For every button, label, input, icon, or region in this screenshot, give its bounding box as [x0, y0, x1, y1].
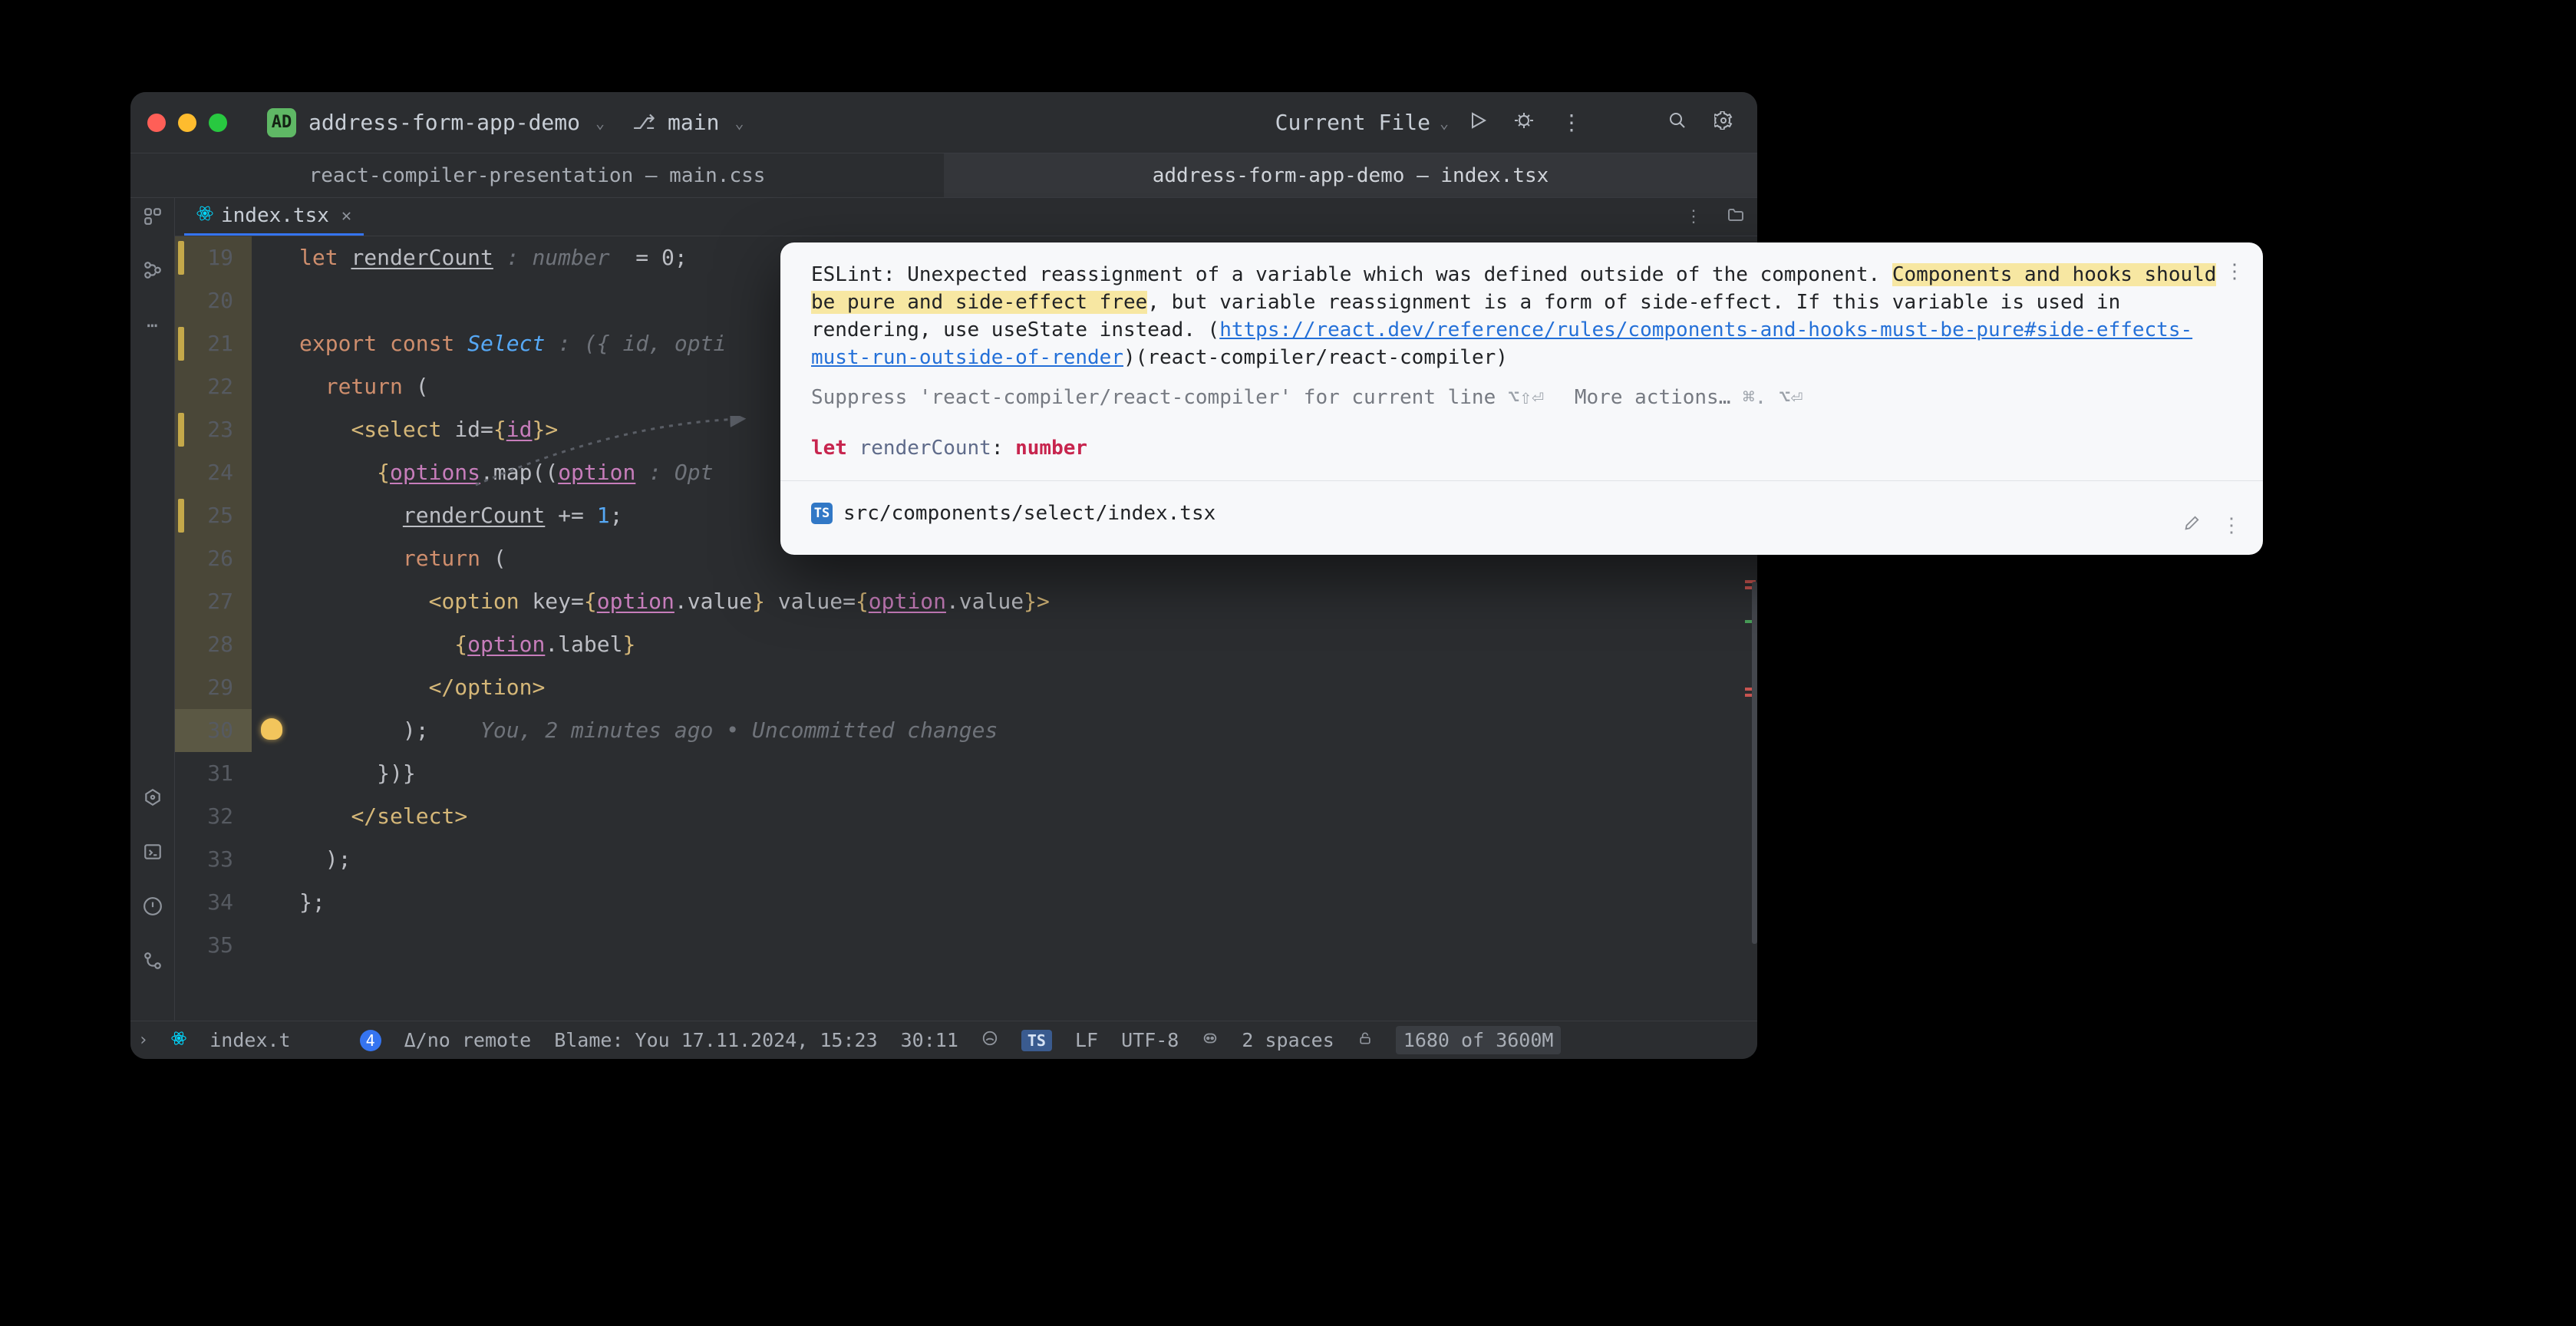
- file-tab-index-tsx[interactable]: index.tsx ✕: [184, 198, 364, 236]
- project-tool-icon[interactable]: [143, 206, 163, 231]
- chevron-down-icon: ⌄: [1440, 114, 1449, 132]
- window-tab-left[interactable]: react-compiler-presentation – main.css: [130, 164, 944, 187]
- run-button[interactable]: [1461, 105, 1495, 140]
- vcs-tool-icon[interactable]: [143, 951, 163, 976]
- react-file-icon: [196, 205, 213, 226]
- gutter-icons: [252, 236, 295, 1021]
- suppress-action[interactable]: Suppress 'react-compiler/react-compiler'…: [811, 384, 1544, 411]
- scrollbar-thumb[interactable]: [1752, 582, 1757, 944]
- memory-indicator[interactable]: 1680 of 3600M: [1396, 1026, 1562, 1054]
- services-tool-icon[interactable]: [143, 787, 163, 813]
- branch-icon: ⎇: [632, 111, 655, 134]
- status-bar: › index.t 4 Δ/no remote Blame: You 17.11…: [130, 1021, 1757, 1059]
- intention-bulb-icon[interactable]: [261, 718, 282, 740]
- tab-options-icon[interactable]: ⋮: [1673, 207, 1714, 226]
- popover-options-icon[interactable]: ⋮: [2225, 258, 2245, 285]
- declaration-source[interactable]: TS src/components/select/index.tsx: [811, 500, 2238, 527]
- close-tab-icon[interactable]: ✕: [341, 206, 351, 226]
- project-badge: AD: [267, 108, 296, 137]
- window-tab-right[interactable]: address-form-app-demo – index.tsx: [944, 153, 1757, 197]
- edit-icon[interactable]: [2183, 512, 2200, 539]
- more-actions-link[interactable]: More actions… ⌘. ⌥⏎: [1575, 384, 1803, 411]
- declaration-preview: let renderCount: number: [811, 434, 2238, 462]
- more-actions-button[interactable]: ⋮: [1553, 105, 1590, 140]
- file-tab-label: index.tsx: [221, 204, 329, 227]
- react-file-icon: [171, 1031, 186, 1051]
- minimize-window-button[interactable]: [178, 114, 196, 132]
- indent-selector[interactable]: 2 spaces: [1242, 1029, 1334, 1051]
- debug-button[interactable]: [1507, 105, 1541, 140]
- window-tabs: react-compiler-presentation – main.css a…: [130, 153, 1757, 198]
- structure-tool-icon[interactable]: [143, 260, 163, 285]
- project-dropdown[interactable]: address-form-app-demo: [308, 110, 580, 135]
- left-tool-rail: ⋯: [130, 198, 175, 1021]
- titlebar: AD address-form-app-demo ⌄ ⎇ main ⌄ Curr…: [130, 92, 1757, 153]
- blame-info[interactable]: Blame: You 17.11.2024, 15:23: [554, 1029, 877, 1051]
- ide-window: AD address-form-app-demo ⌄ ⎇ main ⌄ Curr…: [130, 92, 1757, 1059]
- settings-button[interactable]: [1707, 105, 1740, 140]
- encoding-selector[interactable]: UTF-8: [1121, 1029, 1179, 1051]
- run-config-dropdown[interactable]: Current File ⌄: [1275, 110, 1449, 135]
- inspection-popover: ⋮ ESLint: Unexpected reassignment of a v…: [780, 242, 2263, 555]
- expand-breadcrumb-icon[interactable]: ›: [138, 1031, 148, 1050]
- chevron-down-icon: ⌄: [734, 114, 744, 132]
- more-tools-icon[interactable]: ⋯: [147, 315, 157, 336]
- typescript-service-badge[interactable]: TS: [1021, 1030, 1052, 1051]
- ai-assistant-icon[interactable]: [981, 1030, 998, 1051]
- traffic-lights: [147, 114, 227, 132]
- zoom-window-button[interactable]: [209, 114, 227, 132]
- git-branch-dropdown[interactable]: main: [668, 110, 719, 135]
- typescript-file-icon: TS: [811, 503, 833, 524]
- terminal-tool-icon[interactable]: [143, 842, 163, 867]
- copilot-icon[interactable]: [1202, 1030, 1219, 1051]
- problems-count-badge[interactable]: 4: [360, 1030, 381, 1051]
- chevron-down-icon: ⌄: [595, 114, 605, 132]
- line-ending-selector[interactable]: LF: [1075, 1029, 1098, 1051]
- close-window-button[interactable]: [147, 114, 166, 132]
- inspection-message: ESLint: Unexpected reassignment of a var…: [811, 261, 2238, 371]
- show-in-folder-icon[interactable]: [1714, 206, 1757, 229]
- inline-blame: You, 2 minutes ago • Uncommitted changes: [480, 717, 998, 743]
- cursor-position[interactable]: 30:11: [901, 1029, 958, 1051]
- breadcrumb-file[interactable]: index.t: [209, 1029, 290, 1051]
- search-button[interactable]: [1661, 105, 1694, 140]
- problems-tool-icon[interactable]: [143, 896, 163, 922]
- remote-status[interactable]: Δ/no remote: [404, 1029, 532, 1051]
- file-tab-bar: index.tsx ✕ ⋮: [175, 198, 1757, 236]
- read-only-lock-icon[interactable]: [1357, 1031, 1373, 1051]
- popover-more-icon[interactable]: ⋮: [2221, 512, 2241, 539]
